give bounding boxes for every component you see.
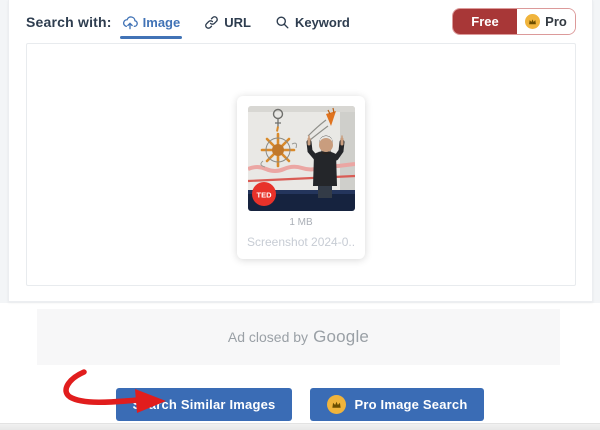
google-wordmark: Google (313, 327, 369, 347)
pro-plan-button[interactable]: Pro (517, 9, 575, 34)
pro-plan-label: Pro (545, 14, 567, 29)
uploaded-image-thumbnail: TED (248, 106, 355, 211)
search-icon (275, 15, 290, 30)
cloud-upload-icon (122, 16, 138, 30)
tab-keyword[interactable]: Keyword (275, 0, 350, 43)
tab-keyword-label: Keyword (295, 15, 350, 30)
uploaded-file-card: TED 1 MB Screenshot 2024-0... (237, 96, 365, 259)
tab-url-label: URL (224, 15, 251, 30)
tab-image-label: Image (143, 15, 181, 30)
ted-logo-text: TED (256, 191, 272, 200)
ad-banner: Ad closed by Google (37, 309, 560, 365)
upload-drop-area[interactable]: TED 1 MB Screenshot 2024-0... (26, 43, 576, 286)
search-mode-header: Search with: Image URL (9, 0, 592, 43)
tab-image[interactable]: Image (122, 0, 181, 43)
crown-icon (525, 14, 540, 29)
ad-closed-text: Ad closed by (228, 329, 308, 345)
plan-toggle: Free Pro (452, 8, 576, 35)
file-name-label: Screenshot 2024-0... (247, 235, 355, 249)
search-with-label: Search with: (26, 14, 112, 30)
link-icon (204, 15, 219, 30)
search-similar-images-label: Search Similar Images (133, 397, 276, 412)
free-plan-button[interactable]: Free (453, 9, 517, 34)
tab-url[interactable]: URL (204, 0, 251, 43)
bottom-edge-strip (0, 423, 600, 430)
search-mode-tabs: Image URL Keyword (122, 0, 350, 43)
pro-image-search-label: Pro Image Search (354, 397, 467, 412)
crown-icon (327, 395, 346, 414)
actions-row: Search Similar Images Pro Image Search (0, 388, 600, 421)
file-size-label: 1 MB (247, 217, 355, 228)
search-tool-card: Search with: Image URL (8, 0, 593, 302)
pro-image-search-button[interactable]: Pro Image Search (310, 388, 484, 421)
search-similar-images-button[interactable]: Search Similar Images (116, 388, 293, 421)
